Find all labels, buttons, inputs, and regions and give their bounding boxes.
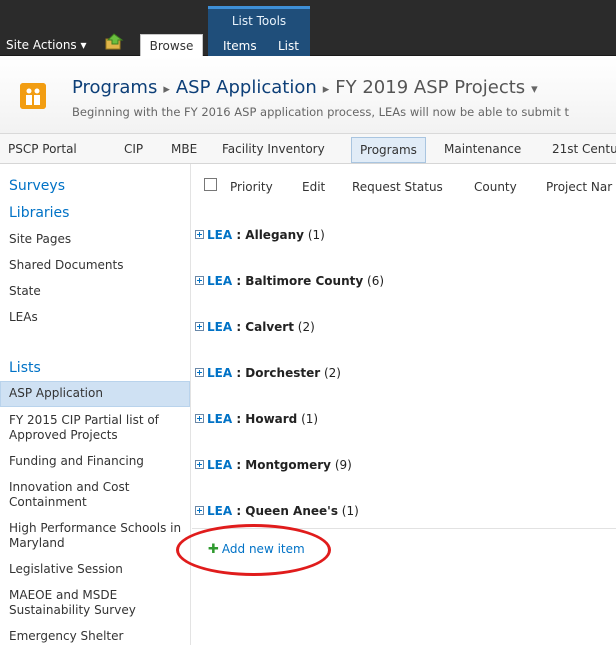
nav-cip[interactable]: CIP (124, 142, 143, 156)
add-plus-icon: ✚ (208, 542, 219, 557)
group-count: (2) (323, 366, 341, 380)
nav-item-asp-application[interactable]: ASP Application (9, 386, 187, 401)
ribbon-bar: Site Actions ▾ Browse List Tools Items L… (0, 0, 616, 56)
group-row[interactable]: LEA : Calvert (2) (195, 320, 315, 334)
group-label: LEA (207, 458, 233, 472)
group-row[interactable]: LEA : Allegany (1) (195, 228, 325, 242)
add-new-item-link[interactable]: ✚ Add new item (208, 542, 305, 557)
nav-mbe[interactable]: MBE (171, 142, 197, 156)
nav-heading-libraries[interactable]: Libraries (9, 205, 69, 221)
group-count: (9) (334, 458, 352, 472)
group-name: Queen Anee's (245, 504, 338, 518)
navigate-up-icon[interactable] (104, 33, 126, 51)
column-priority[interactable]: Priority (230, 180, 273, 194)
group-label: LEA (207, 504, 233, 518)
expand-plus-icon[interactable] (195, 230, 204, 239)
site-actions-menu[interactable]: Site Actions ▾ (6, 38, 87, 52)
top-navigation: PSCP Portal CIP MBE Facility Inventory P… (0, 134, 616, 164)
expand-plus-icon[interactable] (195, 276, 204, 285)
breadcrumb-current-view[interactable]: FY 2019 ASP Projects (335, 77, 525, 98)
list-tools-group: List Tools Items List (208, 6, 310, 56)
column-county[interactable]: County (474, 180, 517, 194)
group-name: Montgomery (245, 458, 331, 472)
add-new-item-label: Add new item (221, 542, 305, 556)
group-count: (1) (341, 504, 359, 518)
nav-maintenance[interactable]: Maintenance (444, 142, 521, 156)
nav-item-emergency-shelter[interactable]: Emergency Shelter (9, 629, 187, 644)
group-row[interactable]: LEA : Montgomery (9) (195, 458, 352, 472)
tab-items[interactable]: Items (223, 39, 257, 53)
nav-programs[interactable]: Programs (351, 137, 426, 163)
nav-item-innovation[interactable]: Innovation and Cost Containment (9, 480, 187, 510)
column-request-status[interactable]: Request Status (352, 180, 443, 194)
list-tools-title: List Tools (231, 14, 287, 28)
nav-facility-inventory[interactable]: Facility Inventory (222, 142, 325, 156)
nav-item-site-pages[interactable]: Site Pages (9, 232, 187, 247)
expand-plus-icon[interactable] (195, 460, 204, 469)
group-label: LEA (207, 412, 233, 426)
nav-21st-century[interactable]: 21st Centu (552, 142, 616, 156)
page-description: Beginning with the FY 2016 ASP applicati… (72, 105, 569, 119)
tab-list[interactable]: List (278, 39, 299, 53)
list-divider (192, 528, 616, 529)
group-count: (2) (297, 320, 315, 334)
group-row[interactable]: LEA : Howard (1) (195, 412, 318, 426)
nav-heading-surveys[interactable]: Surveys (9, 178, 65, 194)
breadcrumb-separator-icon: ▸ (163, 82, 170, 97)
nav-pscp-portal[interactable]: PSCP Portal (8, 142, 77, 156)
nav-item-leas[interactable]: LEAs (9, 310, 187, 325)
column-edit[interactable]: Edit (302, 180, 325, 194)
column-project-name[interactable]: Project Nar (546, 180, 612, 194)
title-area: Programs ▸ ASP Application ▸ FY 2019 ASP Pro… (0, 57, 616, 134)
expand-plus-icon[interactable] (195, 322, 204, 331)
group-name: Calvert (245, 320, 294, 334)
nav-item-state[interactable]: State (9, 284, 187, 299)
group-label: LEA (207, 320, 233, 334)
group-count: (1) (307, 228, 325, 242)
nav-item-fy2015-cip[interactable]: FY 2015 CIP Partial list of Approved Pro… (9, 413, 187, 443)
nav-item-shared-documents[interactable]: Shared Documents (9, 258, 187, 273)
expand-plus-icon[interactable] (195, 506, 204, 515)
group-name: Allegany (245, 228, 305, 242)
site-logo-icon[interactable] (20, 83, 46, 109)
breadcrumb-asp-application[interactable]: ASP Application (176, 77, 317, 98)
group-name: Baltimore County (245, 274, 364, 288)
group-label: LEA (207, 274, 233, 288)
select-all-checkbox[interactable] (204, 178, 217, 191)
nav-item-maeoe[interactable]: MAEOE and MSDE Sustainability Survey (9, 588, 187, 618)
group-name: Dorchester (245, 366, 321, 380)
view-dropdown-icon[interactable]: ▾ (531, 82, 538, 97)
group-count: (6) (367, 274, 385, 288)
nav-item-legislative-session[interactable]: Legislative Session (9, 562, 187, 577)
nav-item-high-performance[interactable]: High Performance Schools in Maryland (9, 521, 187, 551)
tab-browse[interactable]: Browse (140, 34, 203, 56)
group-name: Howard (245, 412, 298, 426)
breadcrumb: Programs ▸ ASP Application ▸ FY 2019 ASP Pro… (72, 77, 544, 98)
group-label: LEA (207, 366, 233, 380)
group-row[interactable]: LEA : Dorchester (2) (195, 366, 341, 380)
nav-heading-lists[interactable]: Lists (9, 360, 41, 376)
group-row[interactable]: LEA : Queen Anee's (1) (195, 504, 359, 518)
list-view: Priority Edit Request Status County Proj… (176, 164, 616, 645)
breadcrumb-programs[interactable]: Programs (72, 77, 157, 98)
group-label: LEA (207, 228, 233, 242)
nav-item-funding-financing[interactable]: Funding and Financing (9, 454, 187, 469)
quick-launch: Surveys Libraries Site Pages Shared Docu… (0, 164, 191, 645)
expand-plus-icon[interactable] (195, 368, 204, 377)
group-row[interactable]: LEA : Baltimore County (6) (195, 274, 384, 288)
breadcrumb-separator-icon: ▸ (322, 82, 330, 97)
expand-plus-icon[interactable] (195, 414, 204, 423)
group-count: (1) (301, 412, 319, 426)
